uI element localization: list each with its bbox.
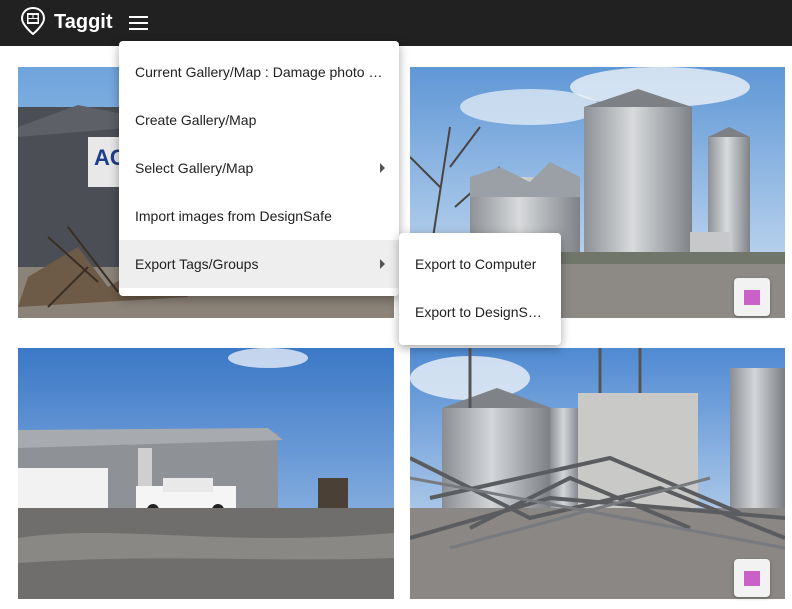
menu-item-label: Create Gallery/Map xyxy=(135,112,257,128)
app-title: Taggit xyxy=(54,11,113,33)
export-submenu: Export to Computer Export to DesignSafe xyxy=(399,233,561,345)
menu-item-select-gallery[interactable]: Select Gallery/Map xyxy=(119,144,399,192)
map-pin-logo-icon xyxy=(20,6,46,36)
chevron-right-icon xyxy=(380,259,385,269)
top-app-bar: Taggit xyxy=(0,0,792,46)
selection-marker-icon xyxy=(744,290,760,305)
submenu-item-export-computer[interactable]: Export to Computer xyxy=(399,240,561,288)
menu-item-label: Export Tags/Groups xyxy=(135,256,259,272)
menu-item-current-gallery[interactable]: Current Gallery/Map : Damage photo album xyxy=(119,48,399,96)
gallery-image-3[interactable] xyxy=(18,348,394,599)
gallery-image-4[interactable] xyxy=(410,348,785,599)
menu-item-import-designsafe[interactable]: Import images from DesignSafe xyxy=(119,192,399,240)
menu-item-label: Select Gallery/Map xyxy=(135,160,254,176)
select-image-2-button[interactable] xyxy=(734,278,770,316)
hamburger-menu-icon[interactable] xyxy=(128,12,150,34)
main-dropdown-menu: Current Gallery/Map : Damage photo album… xyxy=(119,41,399,296)
menu-item-export-tags[interactable]: Export Tags/Groups xyxy=(119,240,399,288)
submenu-item-label: Export to DesignSafe xyxy=(415,304,545,320)
chevron-right-icon xyxy=(380,163,385,173)
select-image-4-button[interactable] xyxy=(734,559,770,597)
menu-item-label: Import images from DesignSafe xyxy=(135,208,332,224)
submenu-item-export-designsafe[interactable]: Export to DesignSafe xyxy=(399,288,561,336)
menu-item-create-gallery[interactable]: Create Gallery/Map xyxy=(119,96,399,144)
menu-item-label: Current Gallery/Map : Damage photo album xyxy=(135,64,383,80)
submenu-item-label: Export to Computer xyxy=(415,256,537,272)
selection-marker-icon xyxy=(744,571,760,586)
